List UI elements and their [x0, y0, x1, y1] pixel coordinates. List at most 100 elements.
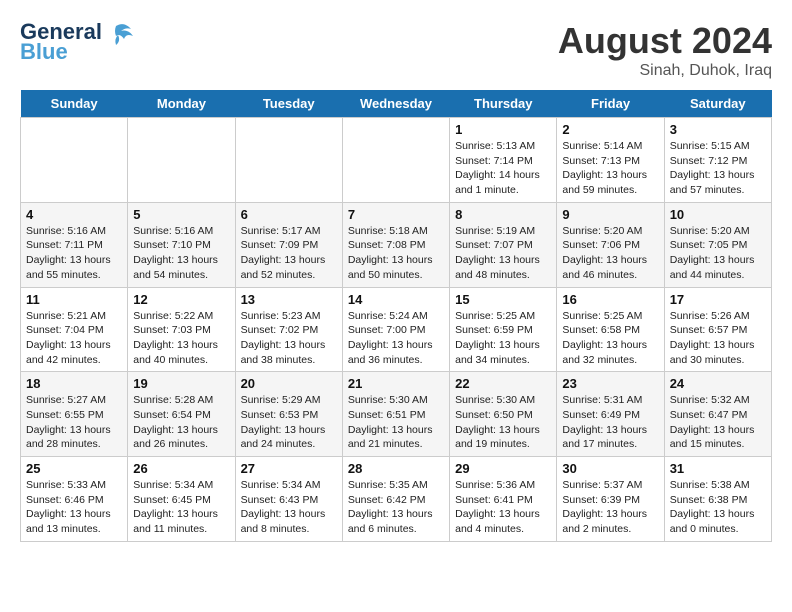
day-number: 7 [348, 207, 444, 222]
day-number: 10 [670, 207, 766, 222]
day-number: 14 [348, 292, 444, 307]
day-info: Sunrise: 5:32 AM Sunset: 6:47 PM Dayligh… [670, 393, 766, 452]
page-header: General Blue August 2024 Sinah, Duhok, I… [20, 20, 772, 80]
day-number: 15 [455, 292, 551, 307]
calendar-day-cell: 10 Sunrise: 5:20 AM Sunset: 7:05 PM Dayli… [664, 202, 771, 287]
calendar-day-cell: 26 Sunrise: 5:34 AM Sunset: 6:45 PM Dayli… [128, 457, 235, 542]
logo: General Blue [20, 20, 136, 64]
weekday-header: Monday [128, 90, 235, 118]
day-info: Sunrise: 5:19 AM Sunset: 7:07 PM Dayligh… [455, 224, 551, 283]
calendar-day-cell: 30Sunrise: 5:37 AM Sunset: 6:39 PM Dayli… [557, 457, 664, 542]
calendar-day-cell: 22 Sunrise: 5:30 AM Sunset: 6:50 PM Dayli… [450, 372, 557, 457]
day-number: 13 [241, 292, 337, 307]
day-number: 26 [133, 461, 229, 476]
calendar-day-cell [128, 118, 235, 203]
day-info: Sunrise: 5:20 AM Sunset: 7:06 PM Dayligh… [562, 224, 658, 283]
weekday-header: Saturday [664, 90, 771, 118]
calendar-day-cell [21, 118, 128, 203]
calendar-day-cell [235, 118, 342, 203]
day-info: Sunrise: 5:16 AM Sunset: 7:10 PM Dayligh… [133, 224, 229, 283]
day-info: Sunrise: 5:17 AM Sunset: 7:09 PM Dayligh… [241, 224, 337, 283]
day-number: 21 [348, 376, 444, 391]
calendar-day-cell: 4Sunrise: 5:16 AM Sunset: 7:11 PM Daylig… [21, 202, 128, 287]
day-info: Sunrise: 5:22 AM Sunset: 7:03 PM Dayligh… [133, 309, 229, 368]
day-info: Sunrise: 5:33 AM Sunset: 6:46 PM Dayligh… [26, 478, 122, 537]
calendar-day-cell: 21 Sunrise: 5:30 AM Sunset: 6:51 PM Dayli… [342, 372, 449, 457]
calendar-day-cell [342, 118, 449, 203]
calendar-day-cell: 29 Sunrise: 5:36 AM Sunset: 6:41 PM Dayli… [450, 457, 557, 542]
day-info: Sunrise: 5:24 AM Sunset: 7:00 PM Dayligh… [348, 309, 444, 368]
calendar-title: August 2024 [558, 20, 772, 62]
calendar-day-cell: 16 Sunrise: 5:25 AM Sunset: 6:58 PM Dayli… [557, 287, 664, 372]
day-info: Sunrise: 5:30 AM Sunset: 6:50 PM Dayligh… [455, 393, 551, 452]
day-number: 9 [562, 207, 658, 222]
day-number: 18 [26, 376, 122, 391]
calendar-day-cell: 25 Sunrise: 5:33 AM Sunset: 6:46 PM Dayli… [21, 457, 128, 542]
day-number: 27 [241, 461, 337, 476]
calendar-day-cell: 23Sunrise: 5:31 AM Sunset: 6:49 PM Dayli… [557, 372, 664, 457]
day-info: Sunrise: 5:20 AM Sunset: 7:05 PM Dayligh… [670, 224, 766, 283]
weekday-header: Sunday [21, 90, 128, 118]
day-number: 17 [670, 292, 766, 307]
calendar-week-row: 18 Sunrise: 5:27 AM Sunset: 6:55 PM Dayli… [21, 372, 772, 457]
day-info: Sunrise: 5:29 AM Sunset: 6:53 PM Dayligh… [241, 393, 337, 452]
day-number: 1 [455, 122, 551, 137]
calendar-day-cell: 14 Sunrise: 5:24 AM Sunset: 7:00 PM Dayli… [342, 287, 449, 372]
calendar-day-cell: 20 Sunrise: 5:29 AM Sunset: 6:53 PM Dayli… [235, 372, 342, 457]
day-info: Sunrise: 5:25 AM Sunset: 6:59 PM Dayligh… [455, 309, 551, 368]
calendar-subtitle: Sinah, Duhok, Iraq [558, 62, 772, 80]
logo-bird-icon [106, 21, 136, 56]
weekday-header: Wednesday [342, 90, 449, 118]
day-number: 23 [562, 376, 658, 391]
calendar-day-cell: 3Sunrise: 5:15 AM Sunset: 7:12 PM Daylig… [664, 118, 771, 203]
day-number: 19 [133, 376, 229, 391]
weekday-header: Thursday [450, 90, 557, 118]
calendar-day-cell: 15 Sunrise: 5:25 AM Sunset: 6:59 PM Dayli… [450, 287, 557, 372]
day-number: 3 [670, 122, 766, 137]
day-number: 20 [241, 376, 337, 391]
day-number: 28 [348, 461, 444, 476]
day-number: 25 [26, 461, 122, 476]
day-info: Sunrise: 5:27 AM Sunset: 6:55 PM Dayligh… [26, 393, 122, 452]
calendar-week-row: 11Sunrise: 5:21 AM Sunset: 7:04 PM Dayli… [21, 287, 772, 372]
calendar-day-cell: 17 Sunrise: 5:26 AM Sunset: 6:57 PM Dayli… [664, 287, 771, 372]
day-number: 12 [133, 292, 229, 307]
day-info: Sunrise: 5:30 AM Sunset: 6:51 PM Dayligh… [348, 393, 444, 452]
day-number: 22 [455, 376, 551, 391]
day-number: 11 [26, 292, 122, 307]
weekday-header: Friday [557, 90, 664, 118]
calendar-day-cell: 19Sunrise: 5:28 AM Sunset: 6:54 PM Dayli… [128, 372, 235, 457]
day-info: Sunrise: 5:34 AM Sunset: 6:45 PM Dayligh… [133, 478, 229, 537]
calendar-day-cell: 8 Sunrise: 5:19 AM Sunset: 7:07 PM Daylig… [450, 202, 557, 287]
title-block: August 2024 Sinah, Duhok, Iraq [558, 20, 772, 80]
calendar-day-cell: 11Sunrise: 5:21 AM Sunset: 7:04 PM Dayli… [21, 287, 128, 372]
day-number: 24 [670, 376, 766, 391]
calendar-day-cell: 13Sunrise: 5:23 AM Sunset: 7:02 PM Dayli… [235, 287, 342, 372]
calendar-day-cell: 6Sunrise: 5:17 AM Sunset: 7:09 PM Daylig… [235, 202, 342, 287]
calendar-day-cell: 31Sunrise: 5:38 AM Sunset: 6:38 PM Dayli… [664, 457, 771, 542]
calendar-day-cell: 12 Sunrise: 5:22 AM Sunset: 7:03 PM Dayli… [128, 287, 235, 372]
day-number: 8 [455, 207, 551, 222]
day-number: 5 [133, 207, 229, 222]
day-info: Sunrise: 5:25 AM Sunset: 6:58 PM Dayligh… [562, 309, 658, 368]
day-number: 16 [562, 292, 658, 307]
calendar-day-cell: 24 Sunrise: 5:32 AM Sunset: 6:47 PM Dayli… [664, 372, 771, 457]
day-number: 4 [26, 207, 122, 222]
day-info: Sunrise: 5:18 AM Sunset: 7:08 PM Dayligh… [348, 224, 444, 283]
day-info: Sunrise: 5:35 AM Sunset: 6:42 PM Dayligh… [348, 478, 444, 537]
day-info: Sunrise: 5:36 AM Sunset: 6:41 PM Dayligh… [455, 478, 551, 537]
calendar-day-cell: 18 Sunrise: 5:27 AM Sunset: 6:55 PM Dayli… [21, 372, 128, 457]
calendar-day-cell: 9 Sunrise: 5:20 AM Sunset: 7:06 PM Daylig… [557, 202, 664, 287]
calendar-week-row: 25 Sunrise: 5:33 AM Sunset: 6:46 PM Dayli… [21, 457, 772, 542]
calendar-week-row: 1 Sunrise: 5:13 AM Sunset: 7:14 PM Daylig… [21, 118, 772, 203]
day-info: Sunrise: 5:13 AM Sunset: 7:14 PM Dayligh… [455, 139, 551, 198]
day-info: Sunrise: 5:26 AM Sunset: 6:57 PM Dayligh… [670, 309, 766, 368]
calendar-day-cell: 27 Sunrise: 5:34 AM Sunset: 6:43 PM Dayli… [235, 457, 342, 542]
calendar-week-row: 4Sunrise: 5:16 AM Sunset: 7:11 PM Daylig… [21, 202, 772, 287]
day-info: Sunrise: 5:34 AM Sunset: 6:43 PM Dayligh… [241, 478, 337, 537]
calendar-day-cell: 7 Sunrise: 5:18 AM Sunset: 7:08 PM Daylig… [342, 202, 449, 287]
day-number: 29 [455, 461, 551, 476]
day-number: 31 [670, 461, 766, 476]
day-number: 30 [562, 461, 658, 476]
day-info: Sunrise: 5:14 AM Sunset: 7:13 PM Dayligh… [562, 139, 658, 198]
